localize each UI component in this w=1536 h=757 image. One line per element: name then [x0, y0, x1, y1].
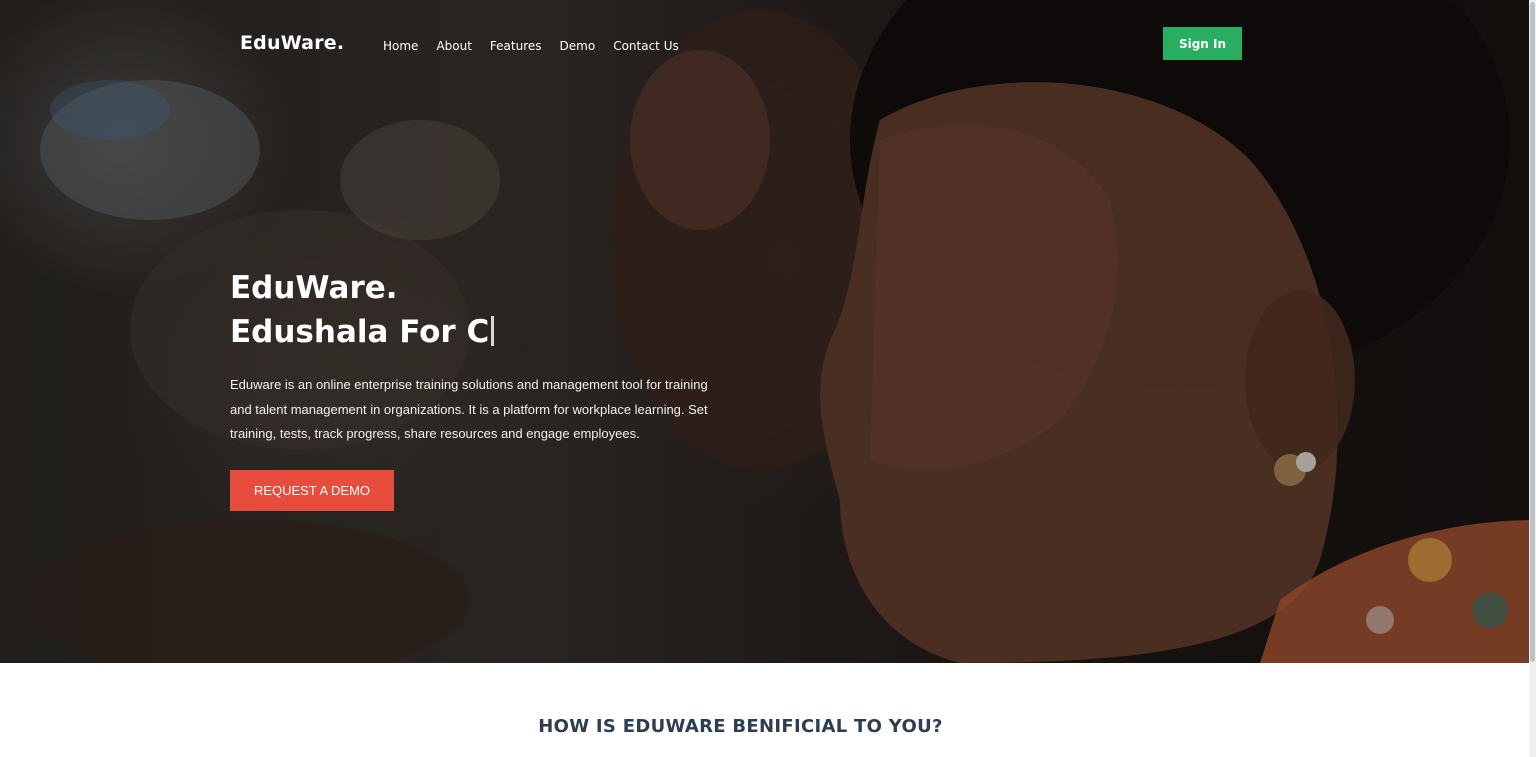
- request-demo-button[interactable]: REQUEST A DEMO: [230, 470, 394, 511]
- nav-link-about[interactable]: About: [436, 38, 471, 54]
- hero-title-line-1: EduWare.: [230, 270, 398, 306]
- hero-description: Eduware is an online enterprise training…: [230, 377, 708, 441]
- benefits-section-heading: HOW IS EDUWARE BENIFICIAL TO YOU?: [538, 716, 943, 737]
- main-nav: Home About Features Demo Contact Us: [383, 38, 679, 54]
- typing-cursor: [491, 316, 495, 346]
- typed-text: Edushala For C: [230, 314, 490, 350]
- brand-logo[interactable]: EduWare.: [240, 32, 344, 54]
- page-scrollbar-thumb[interactable]: [1530, 2, 1535, 662]
- nav-link-contact-us[interactable]: Contact Us: [613, 38, 679, 54]
- nav-link-features[interactable]: Features: [490, 38, 542, 54]
- hero-title-line-2: Edushala For C: [230, 310, 495, 354]
- nav-link-demo[interactable]: Demo: [560, 38, 596, 54]
- sign-in-button[interactable]: Sign In: [1163, 27, 1242, 60]
- nav-link-home[interactable]: Home: [383, 38, 418, 54]
- hero-headline: EduWare. Edushala For C: [230, 266, 495, 354]
